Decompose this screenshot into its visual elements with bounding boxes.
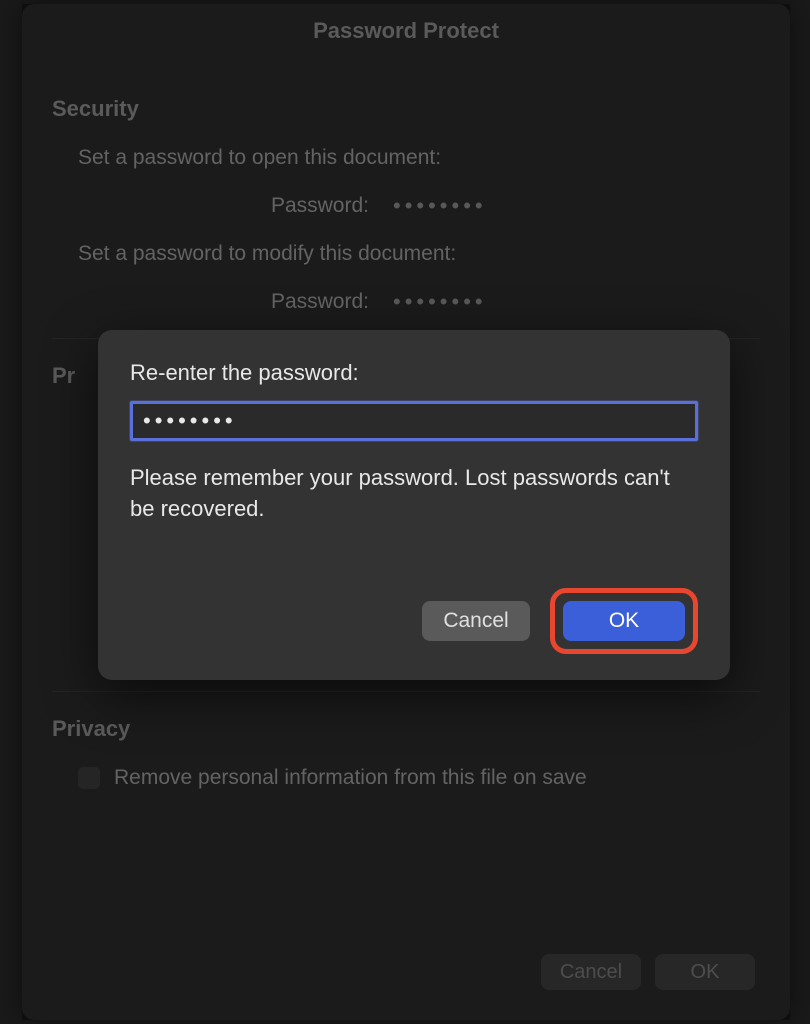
open-password-row: Password: •••••••• [78,190,760,222]
remove-info-checkbox[interactable] [78,767,100,789]
modal-buttons: Cancel OK [422,588,698,654]
security-header: Security [52,96,760,122]
open-password-input[interactable]: •••••••• [383,190,683,222]
modal-prompt: Re-enter the password: [130,360,698,386]
modify-password-desc: Set a password to modify this document: [78,242,760,266]
reenter-password-modal: Re-enter the password: Please remember y… [98,330,730,680]
divider-2 [52,691,760,692]
dialog-cancel-button[interactable]: Cancel [541,954,641,990]
dialog-title: Password Protect [22,4,790,56]
modal-warning: Please remember your password. Lost pass… [130,463,698,525]
modal-ok-button[interactable]: OK [563,601,685,641]
privacy-checkbox-row: Remove personal information from this fi… [78,766,760,790]
ok-highlight-annotation: OK [550,588,698,654]
dialog-bottom-buttons: Cancel OK [541,954,755,990]
modify-password-input[interactable]: •••••••• [383,286,497,318]
remove-info-label: Remove personal information from this fi… [114,766,587,790]
reenter-password-input[interactable] [130,401,698,441]
modal-cancel-button[interactable]: Cancel [422,601,530,641]
privacy-header: Privacy [52,716,760,742]
open-password-label: Password: [78,194,383,218]
dialog-ok-button[interactable]: OK [655,954,755,990]
open-password-desc: Set a password to open this document: [78,146,760,170]
modify-password-label: Password: [78,290,383,314]
modify-password-row: Password: •••••••• [78,286,760,318]
